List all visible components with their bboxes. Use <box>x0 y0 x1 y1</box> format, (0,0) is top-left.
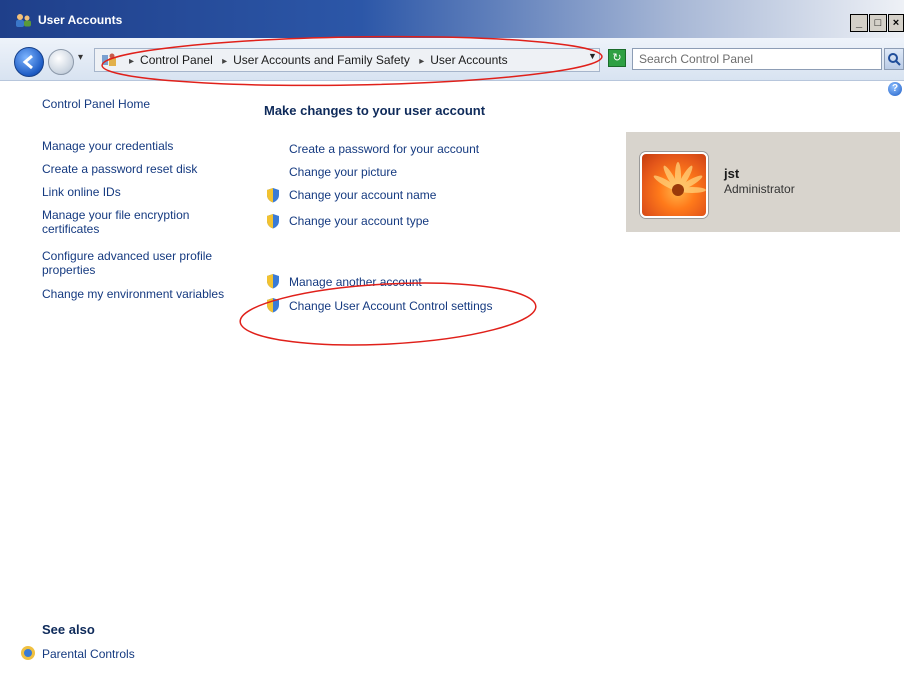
forward-button[interactable] <box>48 49 74 75</box>
change-account-type-link[interactable]: Change your account type <box>289 214 429 228</box>
parental-controls-icon <box>21 646 35 660</box>
minimize-button[interactable]: _ <box>850 14 868 32</box>
refresh-button[interactable]: ↻ <box>608 49 626 67</box>
uac-shield-icon <box>267 274 279 289</box>
history-dropdown-icon[interactable]: ▾ <box>78 52 83 63</box>
breadcrumb-family-safety[interactable]: User Accounts and Family Safety <box>233 53 410 67</box>
page-heading: Make changes to your user account <box>264 103 486 118</box>
help-icon[interactable]: ? <box>888 82 902 96</box>
title-bar: User Accounts _ □ × <box>0 0 904 38</box>
advanced-profile-link[interactable]: Configure advanced user profile properti… <box>42 249 227 277</box>
address-bar[interactable]: ▸ Control Panel ▸ User Accounts and Family… <box>94 48 600 72</box>
user-accounts-icon <box>16 14 31 27</box>
uac-shield-icon <box>267 214 279 229</box>
uac-shield-icon <box>267 188 279 203</box>
back-arrow-icon <box>22 54 33 70</box>
change-picture-link[interactable]: Change your picture <box>289 165 397 179</box>
manage-another-account-link[interactable]: Manage another account <box>289 275 422 289</box>
breadcrumb-control-panel[interactable]: Control Panel <box>140 53 213 67</box>
parental-controls-link[interactable]: Parental Controls <box>42 647 135 661</box>
window-title: User Accounts <box>38 13 123 27</box>
uac-settings-link[interactable]: Change User Account Control settings <box>289 299 492 313</box>
user-name: jst <box>724 166 740 181</box>
manage-credentials-link[interactable]: Manage your credentials <box>42 139 232 153</box>
user-tile: jst Administrator <box>626 132 900 232</box>
create-password-link[interactable]: Create a password for your account <box>289 142 479 156</box>
change-account-name-link[interactable]: Change your account name <box>289 188 436 202</box>
control-panel-home-link[interactable]: Control Panel Home <box>42 97 232 111</box>
breadcrumb: ▸ Control Panel ▸ User Accounts and Family… <box>129 53 508 67</box>
search-icon <box>888 53 901 66</box>
flower-picture-icon <box>653 162 706 196</box>
back-button[interactable] <box>14 47 44 77</box>
environment-variables-link[interactable]: Change my environment variables <box>42 287 232 301</box>
search-input[interactable]: Search Control Panel <box>632 48 882 70</box>
see-also-heading: See also <box>42 622 95 637</box>
close-button[interactable]: × <box>888 14 904 32</box>
uac-shield-icon <box>267 298 279 313</box>
search-button[interactable] <box>884 48 904 70</box>
password-reset-disk-link[interactable]: Create a password reset disk <box>42 162 232 176</box>
maximize-button[interactable]: □ <box>869 14 887 32</box>
user-role: Administrator <box>724 182 795 196</box>
file-encryption-link[interactable]: Manage your file encryption certificates <box>42 208 212 236</box>
address-dropdown-icon[interactable]: ▼ <box>588 51 597 61</box>
breadcrumb-user-accounts[interactable]: User Accounts <box>430 53 507 67</box>
avatar[interactable] <box>640 152 708 218</box>
link-online-ids-link[interactable]: Link online IDs <box>42 185 232 199</box>
control-panel-icon <box>102 53 116 66</box>
